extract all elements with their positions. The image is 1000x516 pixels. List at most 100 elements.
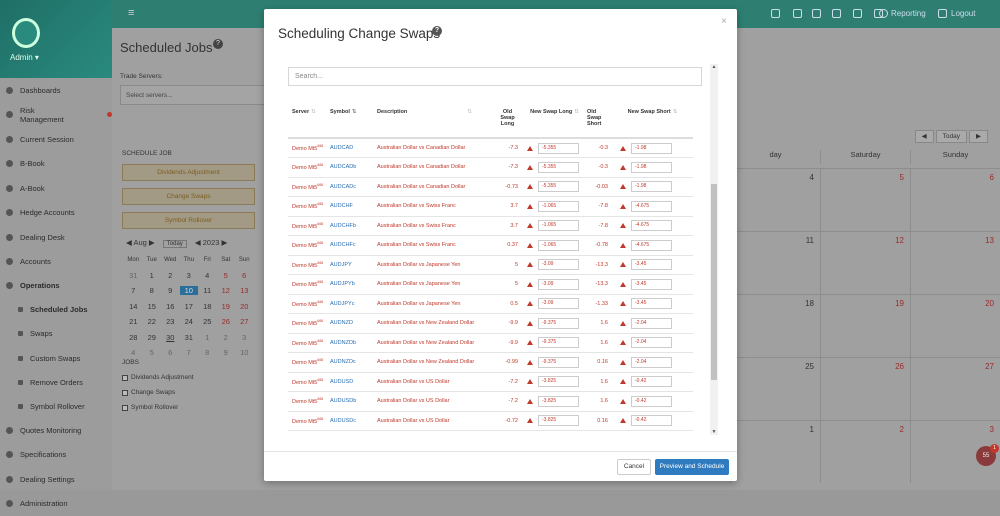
prev-month-icon[interactable]: ◀ bbox=[126, 238, 132, 247]
mini-calendar-day[interactable]: 2 bbox=[161, 271, 180, 280]
search-input[interactable] bbox=[288, 67, 702, 86]
calendar-day-cell[interactable]: 26 bbox=[820, 358, 910, 420]
new-swap-short-input[interactable]: -2.04 bbox=[631, 337, 672, 348]
calendar-prev-button[interactable]: ◀ bbox=[915, 130, 934, 143]
mini-calendar-day[interactable]: 27 bbox=[235, 317, 254, 326]
new-swap-short-input[interactable]: -1.98 bbox=[631, 181, 672, 192]
col-old-swap-short[interactable]: Old Swap Short bbox=[587, 105, 612, 138]
calendar-day-cell[interactable]: 2 bbox=[820, 421, 910, 483]
col-new-swap-short[interactable]: New Swap Short⇅ bbox=[612, 105, 693, 138]
mini-calendar-day[interactable]: 25 bbox=[198, 317, 217, 326]
chart-icon[interactable] bbox=[812, 9, 821, 18]
table-scrollbar[interactable]: ▲ ▼ bbox=[710, 64, 718, 435]
sidebar-item-dealing-desk[interactable]: Dealing Desk bbox=[0, 225, 112, 250]
calendar-day-cell[interactable]: 4 bbox=[730, 169, 820, 231]
mini-calendar-day[interactable]: 3 bbox=[180, 271, 199, 280]
mini-calendar-day[interactable]: 29 bbox=[143, 333, 162, 342]
sidebar-item-symbol-rollover[interactable]: Symbol Rollover bbox=[0, 395, 112, 418]
sidebar-item-accounts[interactable]: Accounts bbox=[0, 250, 112, 275]
mini-calendar-day[interactable]: 28 bbox=[124, 333, 143, 342]
sidebar-item-operations[interactable]: Operations bbox=[0, 274, 112, 297]
preview-and-schedule-button[interactable]: Preview and Schedule bbox=[655, 459, 729, 475]
sidebar-item-b-book[interactable]: B-Book bbox=[0, 152, 112, 177]
new-swap-long-input[interactable]: -9.375 bbox=[538, 337, 579, 348]
new-swap-long-input[interactable]: -9.375 bbox=[538, 318, 579, 329]
calendar-day-cell[interactable]: 11 bbox=[730, 232, 820, 294]
mini-calendar-day[interactable]: 3 bbox=[235, 333, 254, 342]
dividends-adjustment-checkbox[interactable]: Dividends Adjustment bbox=[122, 374, 194, 381]
cancel-button[interactable]: Cancel bbox=[617, 459, 651, 475]
briefcase-alt-icon[interactable] bbox=[793, 9, 802, 18]
scrollbar-thumb[interactable] bbox=[711, 184, 717, 380]
mini-calendar-day[interactable]: 13 bbox=[235, 286, 254, 295]
mini-calendar-day[interactable]: 4 bbox=[198, 271, 217, 280]
mini-calendar-day[interactable]: 19 bbox=[217, 302, 236, 311]
new-swap-long-input[interactable]: -5.355 bbox=[538, 143, 579, 154]
sidebar-item-remove-orders[interactable]: Remove Orders bbox=[0, 371, 112, 396]
year-label[interactable]: 2023 bbox=[203, 238, 220, 247]
mini-calendar-day[interactable]: 10 bbox=[235, 348, 254, 357]
sidebar-item-specifications[interactable]: Specifications bbox=[0, 443, 112, 468]
mini-calendar-day[interactable]: 17 bbox=[180, 302, 199, 311]
calendar-day-cell[interactable]: 5 bbox=[820, 169, 910, 231]
calendar-day-cell[interactable]: 19 bbox=[820, 295, 910, 357]
col-old-swap-long[interactable]: Old Swap Long bbox=[495, 105, 522, 138]
new-swap-long-input[interactable]: -9.375 bbox=[538, 357, 579, 368]
calendar-day-cell[interactable]: 27 bbox=[910, 358, 1000, 420]
briefcase-icon[interactable] bbox=[771, 9, 780, 18]
mini-calendar-day[interactable]: 10 bbox=[180, 286, 199, 295]
mini-calendar-day[interactable]: 22 bbox=[143, 317, 162, 326]
new-swap-long-input[interactable]: -3.825 bbox=[538, 376, 579, 387]
sidebar-item-swaps[interactable]: Swaps bbox=[0, 322, 112, 347]
avatar[interactable] bbox=[12, 18, 40, 48]
col-symbol[interactable]: Symbol⇅ bbox=[330, 105, 377, 138]
new-swap-long-input[interactable]: -3.09 bbox=[538, 298, 579, 309]
mute-icon[interactable] bbox=[853, 9, 862, 18]
new-swap-long-input[interactable]: -3.825 bbox=[538, 415, 579, 426]
mini-calendar-day[interactable]: 8 bbox=[198, 348, 217, 357]
mini-calendar-day[interactable]: 31 bbox=[124, 271, 143, 280]
mini-calendar-day[interactable]: 7 bbox=[124, 286, 143, 295]
mini-calendar-day[interactable]: 8 bbox=[143, 286, 162, 295]
help-icon[interactable]: ? bbox=[213, 39, 223, 49]
calendar-today-button[interactable]: Today bbox=[936, 130, 967, 143]
reporting-link[interactable]: Reporting bbox=[891, 9, 926, 18]
new-swap-long-input[interactable]: -5.355 bbox=[538, 162, 579, 173]
new-swap-long-input[interactable]: -1.065 bbox=[538, 240, 579, 251]
new-swap-short-input[interactable]: -3.45 bbox=[631, 298, 672, 309]
close-icon[interactable]: × bbox=[721, 16, 727, 27]
new-swap-short-input[interactable]: -3.45 bbox=[631, 279, 672, 290]
mini-calendar-day[interactable]: 7 bbox=[180, 348, 199, 357]
next-month-icon[interactable]: ▶ bbox=[149, 238, 155, 247]
mini-calendar-day[interactable]: 6 bbox=[161, 348, 180, 357]
mini-calendar-day[interactable]: 11 bbox=[198, 286, 217, 295]
sidebar-item-dealing-settings[interactable]: Dealing Settings bbox=[0, 467, 112, 492]
mini-calendar-day[interactable]: 30 bbox=[161, 333, 180, 342]
new-swap-long-input[interactable]: -1.065 bbox=[538, 201, 579, 212]
mini-calendar-day[interactable]: 9 bbox=[161, 286, 180, 295]
col-description[interactable]: Description⇅ bbox=[377, 105, 495, 138]
new-swap-short-input[interactable]: -1.98 bbox=[631, 162, 672, 173]
sidebar-item-a-book[interactable]: A-Book bbox=[0, 176, 112, 201]
next-year-icon[interactable]: ▶ bbox=[222, 238, 228, 247]
new-swap-short-input[interactable]: -4.675 bbox=[631, 240, 672, 251]
mini-calendar-day[interactable]: 1 bbox=[198, 333, 217, 342]
symbol-rollover-button[interactable]: Symbol Rollover bbox=[122, 212, 255, 229]
new-swap-short-input[interactable]: -0.42 bbox=[631, 396, 672, 407]
mini-calendar-day[interactable]: 24 bbox=[180, 317, 199, 326]
sidebar-item-hedge-accounts[interactable]: Hedge Accounts bbox=[0, 201, 112, 226]
scroll-up-icon[interactable]: ▲ bbox=[710, 64, 718, 70]
symbol-rollover-checkbox[interactable]: Symbol Rollover bbox=[122, 404, 178, 411]
new-swap-long-input[interactable]: -1.065 bbox=[538, 220, 579, 231]
calendar-day-cell[interactable]: 18 bbox=[730, 295, 820, 357]
mini-calendar-day[interactable]: 9 bbox=[217, 348, 236, 357]
user-menu[interactable]: Admin ▾ bbox=[10, 53, 39, 62]
mini-calendar-day[interactable]: 5 bbox=[217, 271, 236, 280]
new-swap-short-input[interactable]: -0.42 bbox=[631, 376, 672, 387]
dividends-adjustment-button[interactable]: Dividends Adjustment bbox=[122, 164, 255, 181]
mini-calendar-day[interactable]: 23 bbox=[161, 317, 180, 326]
col-server[interactable]: Server⇅ bbox=[288, 105, 330, 138]
sidebar-item-scheduled-jobs[interactable]: Scheduled Jobs bbox=[0, 297, 112, 322]
mini-calendar-day[interactable]: 1 bbox=[143, 271, 162, 280]
mini-calendar-day[interactable]: 14 bbox=[124, 302, 143, 311]
